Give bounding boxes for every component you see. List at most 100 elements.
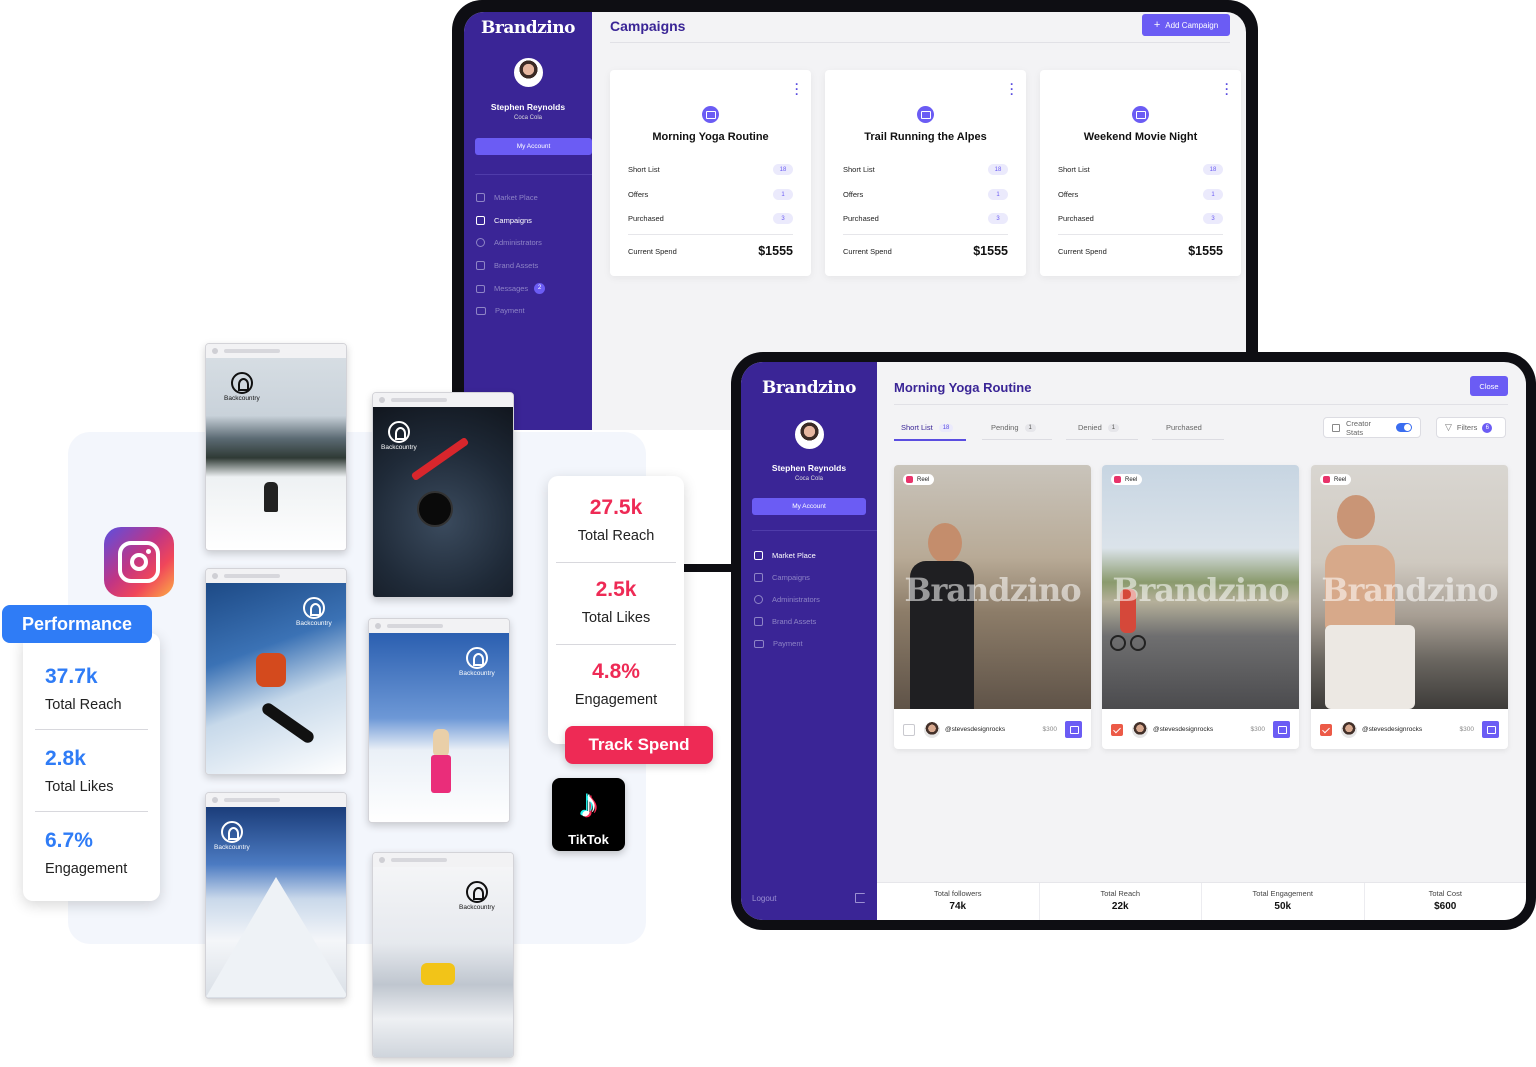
- more-options-icon[interactable]: · · ·: [795, 78, 799, 100]
- creator-avatar: [924, 721, 940, 738]
- logout-icon[interactable]: [855, 893, 865, 903]
- sidebar-item-market-place[interactable]: Market Place: [476, 193, 538, 202]
- sidebar-item-brand-assets[interactable]: Brand Assets: [476, 261, 538, 270]
- select-checkbox[interactable]: [1111, 723, 1123, 736]
- tab-count: 1: [1107, 423, 1120, 432]
- post-card[interactable]: Backcountry: [205, 792, 347, 999]
- add-campaign-button[interactable]: + Add Campaign: [1142, 14, 1230, 36]
- reel-icon: [1114, 476, 1121, 483]
- sidebar-item-messages[interactable]: Messages 2: [476, 283, 546, 294]
- tiktok-stats-panel: 27.5k Total Reach 2.5k Total Likes 4.8% …: [548, 476, 684, 744]
- spend-row: Current Spend $1555: [628, 244, 793, 258]
- user-company: Coca Cola: [794, 476, 823, 482]
- reel-tag: Reel: [1111, 474, 1143, 485]
- totals-bar: Total followers 74k Total Reach 22k Tota…: [877, 882, 1526, 920]
- creator-post-card[interactable]: Reel Brandzino @stevesdesignrocks $300: [1311, 465, 1508, 749]
- more-options-icon[interactable]: · · ·: [1225, 78, 1229, 100]
- add-to-folder-button[interactable]: [1273, 721, 1290, 738]
- sidebar-item-campaigns[interactable]: Campaigns: [476, 216, 532, 225]
- spend-row: Current Spend $1555: [843, 244, 1008, 258]
- avatar[interactable]: [514, 58, 543, 87]
- tab-denied[interactable]: Denied 1: [1066, 423, 1138, 440]
- stat-label: Short List: [628, 165, 660, 174]
- my-account-button[interactable]: My Account: [752, 498, 866, 515]
- card-icon: [476, 306, 486, 315]
- watermark: Brandzino: [904, 571, 1081, 609]
- post-price: $300: [1042, 726, 1057, 733]
- tab-pending[interactable]: Pending 1: [982, 423, 1052, 440]
- reach-value: 37.7k: [45, 665, 98, 688]
- post-footer: @stevesdesignrocks $300: [1320, 721, 1499, 738]
- close-button[interactable]: Close: [1470, 376, 1508, 396]
- filters-count-badge: 6: [1482, 422, 1493, 433]
- sidebar-item-payment[interactable]: Payment: [754, 639, 803, 648]
- track-spend-button[interactable]: Track Spend: [565, 726, 713, 764]
- brand-logo[interactable]: Brandzino: [464, 18, 592, 38]
- sidebar-item-market-place[interactable]: Market Place: [754, 551, 816, 560]
- creator-handle[interactable]: @stevesdesignrocks: [1153, 726, 1213, 733]
- creator-handle[interactable]: @stevesdesignrocks: [1362, 726, 1422, 733]
- campaign-card[interactable]: · · · Morning Yoga Routine Short List 18 Of…: [610, 70, 811, 276]
- watermark: Brandzino: [1112, 571, 1289, 609]
- tab-short-list[interactable]: Short List 18: [894, 423, 966, 441]
- tiktok-wordmark: TikTok: [568, 832, 609, 847]
- tab-label: Pending: [991, 423, 1019, 432]
- post-card[interactable]: Backcountry: [205, 343, 347, 551]
- folder-icon: [1132, 106, 1149, 123]
- tab-purchased[interactable]: Purchased: [1152, 423, 1224, 440]
- backcountry-icon: [387, 421, 410, 443]
- filters-label: Filters: [1456, 423, 1478, 432]
- runner-face: [928, 523, 962, 563]
- toggle-switch[interactable]: [1396, 423, 1412, 432]
- more-options-icon[interactable]: · · ·: [1010, 78, 1014, 100]
- plus-icon: +: [1153, 19, 1161, 31]
- tiktok-logo: ♪ TikTok: [552, 778, 625, 851]
- select-checkbox[interactable]: [1320, 723, 1332, 736]
- my-account-button[interactable]: My Account: [475, 138, 592, 155]
- total-reach: Total Reach 22k: [1040, 883, 1202, 920]
- skier-figure: [421, 963, 455, 985]
- creator-post-card[interactable]: Reel Brandzino @stevesdesignrocks $300: [1102, 465, 1299, 749]
- watermark: Brandzino: [1321, 571, 1498, 609]
- avatar[interactable]: [795, 420, 824, 449]
- stat-label: Purchased: [628, 214, 664, 223]
- logout-link[interactable]: Logout: [752, 894, 776, 903]
- stat-label: Offers: [628, 190, 649, 199]
- creator-handle[interactable]: @stevesdesignrocks: [945, 726, 1005, 733]
- engagement-value: 6.7%: [45, 829, 93, 852]
- stat-row: Short List 18: [1058, 164, 1223, 175]
- sidebar-item-brand-assets[interactable]: Brand Assets: [754, 617, 816, 626]
- add-to-folder-button[interactable]: [1482, 721, 1499, 738]
- add-to-folder-button[interactable]: [1065, 721, 1082, 738]
- creator-post-card[interactable]: Reel Brandzino @stevesdesignrocks $300: [894, 465, 1091, 749]
- sidebar-item-campaigns[interactable]: Campaigns: [754, 573, 810, 582]
- likes-label: Total Likes: [45, 779, 114, 795]
- filter-icon: ▽: [1445, 422, 1452, 432]
- sidebar-item-administrators[interactable]: Administrators: [476, 238, 542, 247]
- hiker-figure: [433, 729, 449, 757]
- ski-shape: [410, 436, 470, 482]
- campaign-card[interactable]: · · · Trail Running the Alpes Short List 18…: [825, 70, 1026, 276]
- instagram-stats-panel: 37.7k Total Reach 2.8k Total Likes 6.7% …: [23, 633, 160, 901]
- brand-logo[interactable]: Brandzino: [741, 378, 877, 398]
- reel-tag: Reel: [1320, 474, 1352, 485]
- post-card[interactable]: Backcountry: [368, 618, 510, 823]
- tab-count: 1: [1024, 423, 1036, 432]
- performance-badge: Performance: [2, 605, 152, 643]
- sidebar-item-payment[interactable]: Payment: [476, 306, 525, 315]
- user-company: Coca Cola: [513, 115, 542, 121]
- post-card[interactable]: Backcountry: [205, 568, 347, 775]
- stat-label: Short List: [1058, 165, 1090, 174]
- filters-button[interactable]: ▽ Filters 6: [1436, 417, 1506, 438]
- reel-label: Reel: [1125, 476, 1138, 483]
- spend-label: Current Spend: [843, 246, 892, 256]
- select-checkbox[interactable]: [903, 723, 915, 736]
- post-card[interactable]: Backcountry: [372, 392, 514, 598]
- post-card[interactable]: Backcountry: [372, 852, 514, 1058]
- user-name: Stephen Reynolds: [490, 102, 566, 112]
- creator-stats-toggle[interactable]: Creator Stats: [1323, 417, 1421, 438]
- reel-icon: [906, 476, 913, 483]
- campaign-card[interactable]: · · · Weekend Movie Night Short List 18 Off…: [1040, 70, 1241, 276]
- sidebar-item-administrators[interactable]: Administrators: [754, 595, 820, 604]
- header-divider: [610, 42, 1230, 43]
